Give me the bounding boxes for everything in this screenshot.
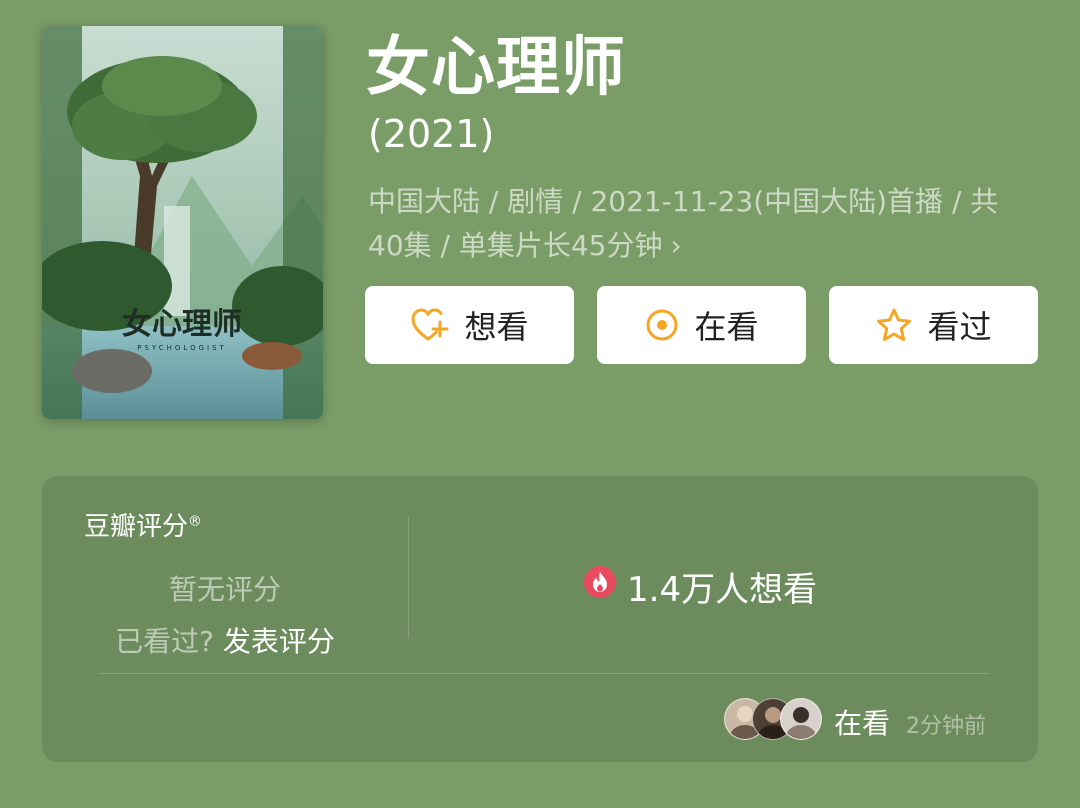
- want-to-watch-label: 想看: [464, 308, 529, 346]
- friend-avatars[interactable]: [724, 698, 824, 740]
- vertical-divider: [408, 516, 409, 638]
- rate-prompt: 已看过? 发表评分: [42, 620, 408, 660]
- rating-title-text: 豆瓣评分: [84, 512, 189, 542]
- no-rating-text: 暂无评分: [168, 573, 281, 606]
- target-icon: [644, 307, 680, 343]
- watched-label: 看过: [927, 308, 992, 346]
- watched-button[interactable]: 看过: [829, 286, 1038, 364]
- seen-question: 已看过?: [115, 625, 214, 658]
- meta-line-1: 中国大陆 / 剧情 / 2021-11-23(中国大陆)首播 / 共: [368, 185, 999, 218]
- registered-mark: ®: [188, 513, 203, 530]
- post-rating-link[interactable]: 发表评分: [223, 625, 335, 658]
- horizontal-divider: [98, 673, 990, 674]
- movie-poster[interactable]: 女心理师 PSYCHOLOGIST: [42, 26, 323, 419]
- want-to-watch-button[interactable]: 想看: [365, 286, 574, 364]
- movie-meta[interactable]: 中国大陆 / 剧情 / 2021-11-23(中国大陆)首播 / 共 40集 /…: [368, 180, 1028, 268]
- poster-subtitle: PSYCHOLOGIST: [137, 344, 227, 352]
- rating-panel: 豆瓣评分® 暂无评分 已看过? 发表评分 1.4万人想看 在看 2分钟前: [42, 476, 1038, 762]
- want-count: 1.4万人想看: [583, 562, 817, 611]
- watching-label: 在看: [694, 308, 759, 346]
- poster-title: 女心理师: [122, 307, 242, 342]
- activity-status: 在看: [834, 707, 891, 740]
- meta-line-2: 40集 / 单集片长45分钟: [368, 229, 663, 262]
- movie-title: 女心理师: [366, 31, 626, 105]
- movie-year: (2021): [368, 112, 495, 156]
- star-icon: [875, 307, 913, 343]
- watching-button[interactable]: 在看: [597, 286, 806, 364]
- chevron-right-icon: ›: [670, 229, 682, 262]
- heart-plus-icon: [410, 307, 450, 343]
- douban-rating-title: 豆瓣评分®: [84, 506, 202, 543]
- avatar: [780, 698, 822, 740]
- hot-flame-icon: [583, 565, 617, 608]
- want-count-text: 1.4万人想看: [627, 570, 818, 610]
- activity-time: 2分钟前: [906, 714, 986, 739]
